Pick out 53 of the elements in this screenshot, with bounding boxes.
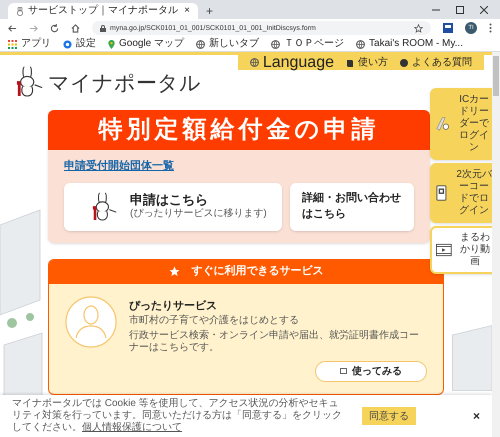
- list-link[interactable]: 申請受付開始団体一覧: [64, 158, 174, 174]
- rabbit-mascot-logo-icon: [16, 66, 44, 98]
- agree-button[interactable]: 同意する: [362, 407, 416, 425]
- reload-icon[interactable]: [50, 24, 59, 32]
- service-description: 市町村の子育てや介護をはじめとする: [129, 315, 300, 328]
- star-icon[interactable]: [414, 24, 423, 32]
- menu-icon[interactable]: [489, 23, 492, 33]
- settings-icon: [63, 40, 72, 48]
- service-title: ぴったりサービス: [129, 300, 218, 314]
- star-icon: [168, 266, 180, 277]
- header-link[interactable]: よくある質問: [400, 58, 472, 68]
- service-description: 行政サービス検索・オンライン申請や届出、就労証明書作成コーナーはこちらです。: [129, 330, 420, 355]
- bookmark[interactable]: ＴＯＰページ: [271, 39, 344, 49]
- home-icon[interactable]: [71, 24, 80, 32]
- apply-button[interactable]: 申請はこちら (ぴったりサービスに移ります): [64, 182, 282, 230]
- cookie-notice: マイナポータルでは Cookie 等を使用して、アクセス状況の分析やセキュリティ対策を行っています。同意いただける方は「同意する」をクリックしてください。個人情報保護について: [12, 398, 342, 434]
- lock-icon: [100, 24, 106, 32]
- try-button[interactable]: 使ってみる: [315, 360, 427, 382]
- browser-tab[interactable]: サービストップ｜マイナポータル ×: [8, 3, 198, 19]
- close-icon[interactable]: [480, 6, 488, 14]
- bookmark[interactable]: Google マップ: [108, 39, 184, 49]
- person-avatar-icon: [65, 296, 117, 348]
- side-tab[interactable]: 2次元バーコードでログイン: [430, 163, 492, 223]
- globe-icon: [356, 40, 366, 48]
- side-tab[interactable]: ICカードリーダーでログイン: [430, 88, 492, 160]
- maximize-icon[interactable]: [456, 6, 464, 14]
- tab-title: サービストップ｜マイナポータル: [28, 6, 178, 16]
- site-logo: マイナポータル: [48, 73, 201, 94]
- bookmark[interactable]: 新しいタブ: [196, 39, 260, 49]
- header-link[interactable]: 使い方: [346, 58, 388, 68]
- film-icon: [436, 243, 452, 257]
- close-tab-button[interactable]: ×: [184, 6, 190, 16]
- rabbit-mascot-icon: [92, 192, 118, 222]
- globe-icon: [250, 58, 259, 67]
- map-pin-icon: [108, 40, 115, 48]
- rabbit-icon: [16, 6, 24, 16]
- privacy-link[interactable]: 個人情報保護について: [82, 422, 182, 433]
- window-icon: [340, 368, 348, 375]
- new-tab-button[interactable]: +: [206, 5, 214, 17]
- bookmark[interactable]: Takai's ROOM - My...: [356, 39, 463, 49]
- globe-icon: [196, 40, 206, 48]
- header-link[interactable]: Language: [250, 55, 334, 70]
- grid-icon: [8, 40, 17, 48]
- services-header: すぐに利用できるサービス: [49, 260, 443, 284]
- close-banner-button[interactable]: ×: [472, 407, 480, 425]
- bookmark[interactable]: 設定: [63, 39, 96, 49]
- back-icon[interactable]: [8, 24, 17, 32]
- card-title: 特別定額給付金の申請: [98, 118, 380, 142]
- bookmark[interactable]: アプリ: [8, 39, 51, 49]
- scrollbar-thumb[interactable]: [493, 56, 499, 96]
- globe-icon: [271, 40, 280, 48]
- details-button[interactable]: 詳細・お問い合わせはこちら: [290, 182, 414, 230]
- extension-icon[interactable]: [443, 23, 453, 33]
